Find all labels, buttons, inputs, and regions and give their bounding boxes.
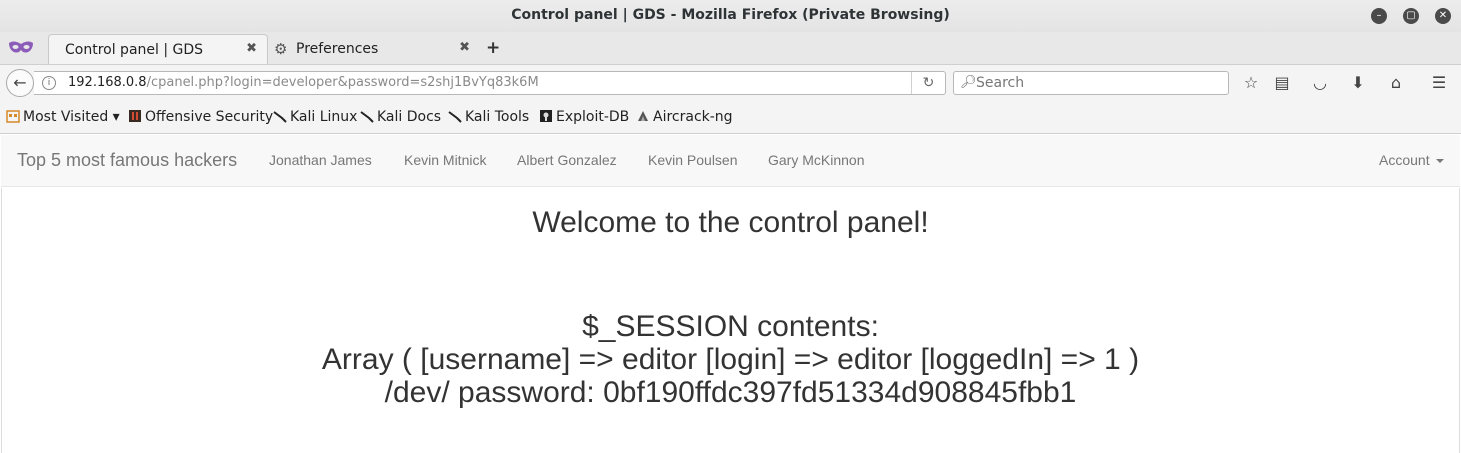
tab-control-panel[interactable]: Control panel | GDS ✖ (48, 34, 268, 64)
bookmark-aircrack-ng[interactable]: Aircrack-ng (636, 109, 733, 125)
new-tab-button[interactable]: + (486, 38, 500, 58)
search-bar[interactable]: 🔎︎ (953, 71, 1229, 95)
reload-icon[interactable]: ↻ (911, 72, 945, 94)
navigation-toolbar: ← i 192.168.0.8/cpanel.php?login=develop… (0, 64, 1461, 100)
minimize-icon[interactable]: – (1371, 8, 1387, 24)
nav-link-kevin-poulsen[interactable]: Kevin Poulsen (648, 152, 738, 168)
offsec-icon (129, 110, 141, 122)
kali-icon (273, 111, 287, 123)
account-label: Account (1379, 152, 1430, 168)
url-host: 192.168.0.8 (68, 75, 147, 90)
bookmark-kali-docs[interactable]: Kali Docs (360, 109, 441, 125)
chevron-down-icon (1435, 159, 1444, 163)
most-visited-icon (6, 110, 20, 123)
bookmarks-toolbar: Most Visited ▾ Offensive Security Kali L… (0, 100, 1461, 134)
nav-link-jonathan-james[interactable]: Jonathan James (269, 152, 372, 168)
account-dropdown[interactable]: Account (1379, 152, 1444, 168)
bookmark-star-icon[interactable]: ☆ (1240, 73, 1262, 93)
site-info-icon[interactable]: i (42, 76, 56, 90)
url-text[interactable]: 192.168.0.8/cpanel.php?login=developer&p… (68, 75, 539, 90)
url-path: /cpanel.php?login=developer&password=s2s… (146, 75, 539, 90)
site-navbar: Top 5 most famous hackers Jonathan James… (1, 135, 1460, 187)
downloads-icon[interactable]: ⬇ (1347, 73, 1369, 93)
bookmark-kali-tools[interactable]: Kali Tools (448, 109, 529, 125)
kali-icon (448, 111, 462, 123)
bookmark-offensive-security[interactable]: Offensive Security (128, 109, 273, 125)
tab-label: Preferences (296, 41, 379, 57)
maximize-icon[interactable]: ▢ (1403, 8, 1419, 24)
bookmark-most-visited[interactable]: Most Visited ▾ (6, 109, 120, 125)
bookmark-kali-linux[interactable]: Kali Linux (273, 109, 357, 125)
window-titlebar: Control panel | GDS - Mozilla Firefox (P… (0, 0, 1461, 32)
kali-icon (360, 111, 374, 123)
back-button[interactable]: ← (6, 69, 34, 97)
nav-link-kevin-mitnick[interactable]: Kevin Mitnick (404, 152, 486, 168)
pocket-icon[interactable]: ◡ (1309, 73, 1331, 93)
private-browsing-mask-icon (9, 41, 33, 53)
hamburger-menu-icon[interactable]: ☰ (1428, 73, 1450, 93)
session-array: Array ( [username] => editor [login] => … (321, 343, 1140, 376)
page-title: Welcome to the control panel! (532, 206, 929, 239)
bookmark-exploit-db[interactable]: Exploit-DB (539, 109, 629, 125)
main-content: Welcome to the control panel! $_SESSION … (1, 188, 1460, 453)
tab-strip: Control panel | GDS ✖ ⚙ Preferences ✖ + (0, 32, 1461, 64)
dev-password: /dev/ password: 0bf190ffdc397fd51334d908… (384, 376, 1077, 409)
nav-link-gary-mckinnon[interactable]: Gary McKinnon (768, 152, 864, 168)
reader-view-icon[interactable]: ▤ (1271, 73, 1293, 93)
search-icon: 🔎︎ (960, 75, 977, 90)
url-bar[interactable]: i 192.168.0.8/cpanel.php?login=developer… (34, 71, 946, 95)
session-title: $_SESSION contents: (582, 310, 879, 343)
window-title: Control panel | GDS - Mozilla Firefox (P… (511, 7, 950, 23)
tab-preferences[interactable]: ⚙ Preferences ✖ (268, 34, 480, 64)
gear-icon: ⚙ (274, 40, 288, 58)
home-icon[interactable]: ⌂ (1385, 73, 1407, 93)
close-window-icon[interactable]: ✕ (1435, 8, 1451, 24)
exploitdb-icon (540, 110, 552, 122)
nav-link-albert-gonzalez[interactable]: Albert Gonzalez (517, 152, 617, 168)
tab-close-icon[interactable]: ✖ (246, 41, 257, 56)
tab-close-icon[interactable]: ✖ (459, 40, 470, 55)
aircrack-icon (638, 111, 648, 121)
session-output: $_SESSION contents: Array ( [username] =… (2, 310, 1459, 409)
site-brand[interactable]: Top 5 most famous hackers (17, 150, 237, 171)
tab-label: Control panel | GDS (65, 42, 204, 58)
search-input[interactable] (976, 73, 1226, 93)
